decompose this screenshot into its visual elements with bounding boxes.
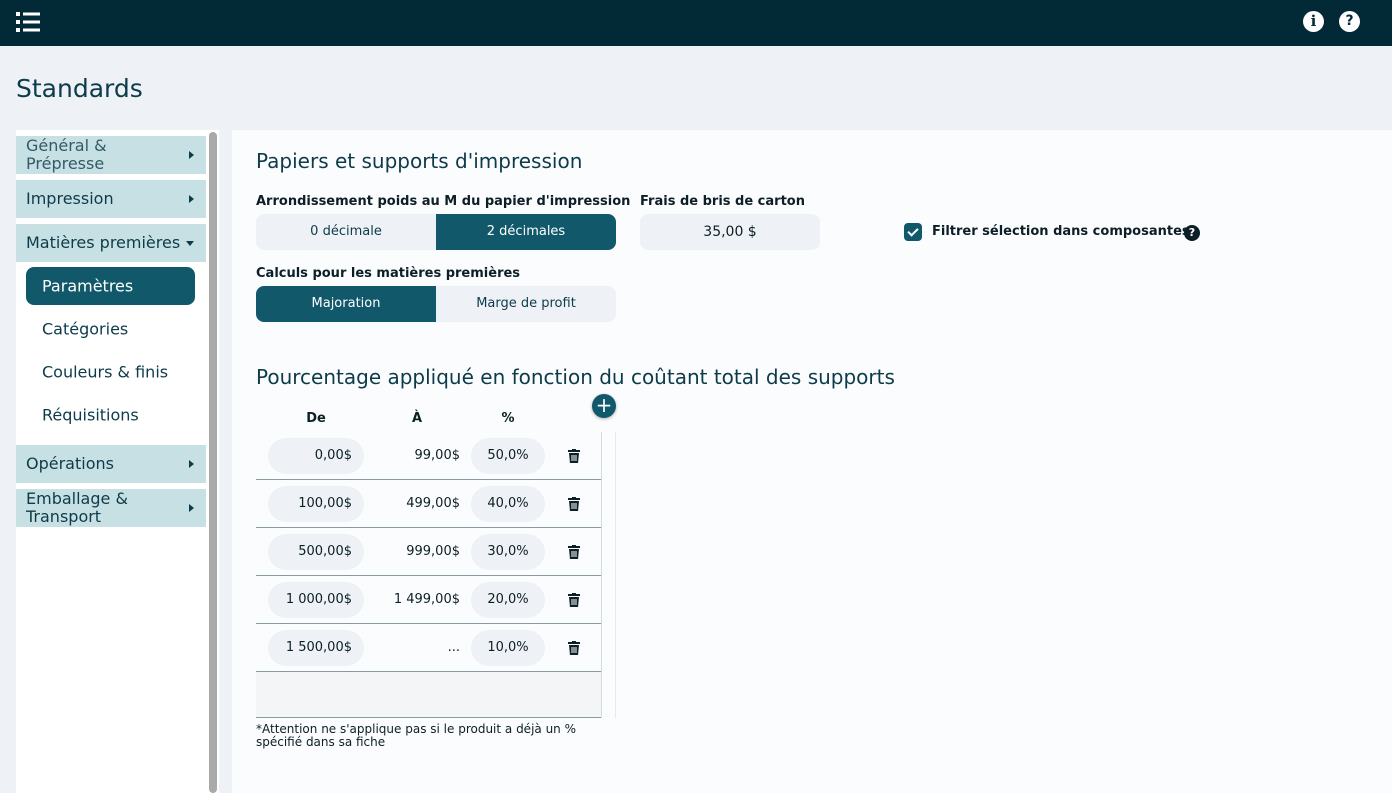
filter-checkbox[interactable] <box>904 223 922 241</box>
column-header-pct: % <box>501 411 515 426</box>
sidebar-section-operations[interactable]: Opérations <box>16 445 206 483</box>
table-row: 1 000,00$ 1 499,00$ 20,0% <box>256 576 602 624</box>
sidebar-item-label: Catégories <box>42 319 129 339</box>
calc-option-marge-profit[interactable]: Marge de profit <box>436 286 616 322</box>
table-divider <box>601 432 602 718</box>
table-row: 500,00$ 999,00$ 30,0% <box>256 528 602 576</box>
main-panel: Papiers et supports d'impression Arrondi… <box>232 130 1392 793</box>
table-empty-row <box>256 672 602 718</box>
calc-toggle: Majoration Marge de profit <box>256 286 616 322</box>
sidebar-item-parametres[interactable]: Paramètres <box>26 267 195 305</box>
rounding-label: Arrondissement poids au M du papier d'im… <box>256 194 631 209</box>
caret-down-icon <box>186 241 194 246</box>
trash-icon[interactable] <box>568 641 580 655</box>
cell-pct-input[interactable]: 30,0% <box>471 534 545 570</box>
carton-label: Frais de bris de carton <box>640 194 805 209</box>
calc-label: Calculs pour les matières premières <box>256 266 521 281</box>
caret-right-icon <box>189 151 194 159</box>
section-title-pourcentage: Pourcentage appliqué en fonction du coût… <box>256 365 895 389</box>
carton-fee-input[interactable] <box>640 214 820 250</box>
cell-de-input[interactable]: 0,00$ <box>268 438 364 474</box>
info-icon[interactable]: i <box>1303 11 1324 32</box>
caret-right-icon <box>189 195 194 203</box>
column-header-a: À <box>411 411 423 426</box>
sidebar-section-label: Général & Prépresse <box>26 136 107 173</box>
percentage-table: De À % 0,00$ 99,00$ 50,0% 100,00$ 499,00… <box>256 396 616 718</box>
sidebar-section-emballage-transport[interactable]: Emballage & Transport <box>16 489 206 527</box>
top-bar: i ? <box>0 0 1392 46</box>
sidebar-section-label: Impression <box>26 189 114 208</box>
cell-a-value: 1 499,00$ <box>393 592 460 607</box>
cell-a-value: 499,00$ <box>406 496 460 511</box>
filter-label: Filtrer sélection dans composantes <box>932 224 1190 239</box>
cell-a-value: 99,00$ <box>414 448 461 463</box>
cell-a-value: 999,00$ <box>406 544 460 559</box>
sidebar: Général & Prépresse Impression Matières … <box>16 130 206 793</box>
cell-de-input[interactable]: 500,00$ <box>268 534 364 570</box>
sidebar-section-label: Emballage & Transport <box>26 489 128 526</box>
cell-pct-input[interactable]: 10,0% <box>471 630 545 666</box>
list-menu-icon[interactable] <box>16 11 40 33</box>
rounding-toggle: 0 décimale 2 décimales <box>256 214 616 250</box>
cell-de-input[interactable]: 100,00$ <box>268 486 364 522</box>
sidebar-section-matieres-premieres[interactable]: Matières premières <box>16 224 206 262</box>
sidebar-item-requisitions[interactable]: Réquisitions <box>26 396 195 434</box>
sidebar-section-label: Opérations <box>26 454 114 473</box>
table-row: 100,00$ 499,00$ 40,0% <box>256 480 602 528</box>
table-row: 1 500,00$ ... 10,0% <box>256 624 602 672</box>
sidebar-scrollbar[interactable] <box>206 130 219 793</box>
sidebar-item-label: Couleurs & finis <box>42 362 169 382</box>
cell-pct-input[interactable]: 50,0% <box>471 438 545 474</box>
cell-pct-input[interactable]: 20,0% <box>471 582 545 618</box>
rounding-option-2-decimales[interactable]: 2 décimales <box>436 214 616 250</box>
rounding-option-0-decimale[interactable]: 0 décimale <box>256 214 436 250</box>
filter-help-icon[interactable]: ? <box>1184 225 1200 241</box>
help-icon[interactable]: ? <box>1339 11 1360 32</box>
sidebar-item-couleurs-finis[interactable]: Couleurs & finis <box>26 353 195 391</box>
sidebar-section-label: Matières premières <box>26 233 181 252</box>
sidebar-item-label: Réquisitions <box>42 405 139 425</box>
table-note: *Attention ne s'applique pas si le produ… <box>256 722 576 749</box>
caret-right-icon <box>189 460 194 468</box>
cell-de-input[interactable]: 1 500,00$ <box>268 630 364 666</box>
column-header-de: De <box>306 411 326 426</box>
table-divider <box>615 432 616 718</box>
cell-a-value: ... <box>447 640 460 655</box>
sidebar-item-label: Paramètres <box>42 276 134 296</box>
sidebar-item-categories[interactable]: Catégories <box>26 310 195 348</box>
trash-icon[interactable] <box>568 593 580 607</box>
sidebar-section-impression[interactable]: Impression <box>16 180 206 218</box>
cell-pct-input[interactable]: 40,0% <box>471 486 545 522</box>
section-title-papiers: Papiers et supports d'impression <box>256 149 583 173</box>
trash-icon[interactable] <box>568 497 580 511</box>
sidebar-section-general-prepresse[interactable]: Général & Prépresse <box>16 136 206 174</box>
caret-right-icon <box>189 504 194 512</box>
sidebar-scrollbar-thumb[interactable] <box>209 132 217 793</box>
table-row: 0,00$ 99,00$ 50,0% <box>256 432 602 480</box>
calc-option-majoration[interactable]: Majoration <box>256 286 436 322</box>
trash-icon[interactable] <box>568 545 580 559</box>
page-title: Standards <box>16 74 143 103</box>
cell-de-input[interactable]: 1 000,00$ <box>268 582 364 618</box>
trash-icon[interactable] <box>568 449 580 463</box>
